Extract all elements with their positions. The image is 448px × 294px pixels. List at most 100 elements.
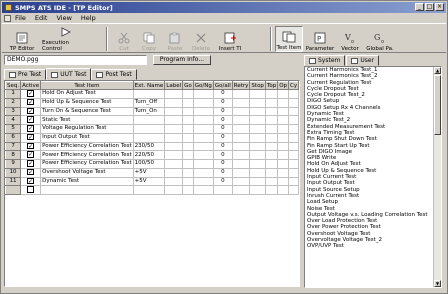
report-cell[interactable]: ✓ xyxy=(298,159,299,169)
grid-cell[interactable] xyxy=(264,167,279,178)
test-item-cell[interactable]: Turn On & Sequence Test xyxy=(40,106,134,117)
grid-cell[interactable] xyxy=(277,89,290,99)
go-all-cell[interactable]: 0 xyxy=(212,141,233,152)
go-all-cell[interactable]: 0 xyxy=(212,159,233,169)
copy-button[interactable]: Copy xyxy=(138,26,160,52)
menu-view[interactable]: View xyxy=(56,14,71,22)
active-cell[interactable]: ✓ xyxy=(20,97,42,108)
column-header[interactable]: Label xyxy=(164,81,184,90)
go-all-cell[interactable]: 0 xyxy=(212,132,233,143)
grid-cell[interactable] xyxy=(231,124,251,134)
table-row[interactable]: 5 ✓ Voltage Regulation Test 0 ✓ xyxy=(5,124,299,134)
grid-cell[interactable] xyxy=(192,97,214,108)
column-header[interactable]: Cy xyxy=(288,81,299,90)
test-item-cell[interactable]: Voltage Regulation Test xyxy=(40,124,134,134)
parameter-button[interactable]: P Parameter xyxy=(306,26,334,52)
active-checkbox[interactable]: ✓ xyxy=(27,116,35,123)
tab-pre-test[interactable]: Pre Test xyxy=(4,69,47,80)
grid-cell[interactable] xyxy=(249,141,266,152)
insert-ti-button[interactable]: Insert TI xyxy=(216,26,244,52)
go-all-cell[interactable]: 0 xyxy=(212,106,233,117)
active-checkbox[interactable]: ✓ xyxy=(27,99,35,106)
go-all-cell[interactable]: 0 xyxy=(212,115,233,125)
grid-cell[interactable] xyxy=(192,132,214,143)
grid-cell[interactable] xyxy=(164,159,184,169)
grid-cell[interactable] xyxy=(288,124,299,134)
ext-name-cell[interactable] xyxy=(132,89,166,99)
document-icon[interactable] xyxy=(4,14,11,22)
report-cell[interactable] xyxy=(298,185,299,195)
test-item-button[interactable]: Test Item xyxy=(275,26,303,52)
active-cell[interactable] xyxy=(20,185,42,195)
grid-cell[interactable] xyxy=(288,176,299,187)
column-header[interactable]: Top xyxy=(264,81,279,90)
paste-button[interactable]: Paste xyxy=(164,26,186,52)
grid-cell[interactable] xyxy=(164,124,184,134)
execution-control-button[interactable]: Execution Control xyxy=(42,26,90,52)
grid-cell[interactable] xyxy=(264,97,279,108)
scroll-down-button[interactable]: ▼ xyxy=(434,280,441,287)
grid-cell[interactable] xyxy=(277,185,290,195)
active-checkbox[interactable]: ✓ xyxy=(27,125,35,132)
test-item-cell[interactable]: Hold On Adjust Test xyxy=(40,89,134,99)
grid-cell[interactable] xyxy=(288,150,299,160)
scroll-thumb[interactable] xyxy=(434,75,441,135)
list-item[interactable]: OVP/UVP Test xyxy=(307,243,441,249)
grid-cell[interactable] xyxy=(182,141,194,152)
column-header[interactable]: Go/Ng xyxy=(192,81,214,90)
grid-cell[interactable] xyxy=(264,106,279,117)
active-cell[interactable]: ✓ xyxy=(20,132,42,143)
table-row[interactable]: 2 ✓ Hold Up & Sequence TestTurn_Off 0 ✓ xyxy=(5,97,299,108)
grid-cell[interactable] xyxy=(192,89,214,99)
grid-cell[interactable] xyxy=(192,115,214,125)
grid-cell[interactable] xyxy=(231,176,251,187)
table-row[interactable]: 11 ✓ Dynamic Test+5V 0 ✓ xyxy=(5,176,299,187)
program-info-button[interactable]: Program Info... xyxy=(153,55,211,65)
grid-cell[interactable] xyxy=(249,167,266,178)
go-all-cell[interactable]: 0 xyxy=(212,167,233,178)
grid-cell[interactable] xyxy=(182,176,194,187)
test-item-cell[interactable]: Power Efficiency Correlation Test xyxy=(40,141,134,152)
scroll-up-button[interactable]: ▲ xyxy=(434,67,441,74)
grid-cell[interactable] xyxy=(164,89,184,99)
active-checkbox[interactable]: ✓ xyxy=(27,169,35,176)
grid-cell[interactable] xyxy=(231,167,251,178)
grid-cell[interactable] xyxy=(249,124,266,134)
grid-cell[interactable] xyxy=(264,176,279,187)
list-scrollbar[interactable]: ▲ ▼ xyxy=(433,67,441,287)
grid-cell[interactable] xyxy=(277,106,290,117)
grid-cell[interactable] xyxy=(277,159,290,169)
tp-editor-button[interactable]: TP Editor xyxy=(6,26,38,52)
grid-cell[interactable] xyxy=(264,89,279,99)
grid-cell[interactable] xyxy=(164,97,184,108)
grid-cell[interactable] xyxy=(231,141,251,152)
ext-name-cell[interactable]: Turn_On xyxy=(132,106,166,117)
ext-name-cell[interactable]: 230/50 xyxy=(132,141,166,152)
grid-cell[interactable] xyxy=(288,115,299,125)
grid-cell[interactable] xyxy=(264,159,279,169)
grid-cell[interactable] xyxy=(288,159,299,169)
go-all-cell[interactable] xyxy=(212,185,233,195)
grid-cell[interactable] xyxy=(288,97,299,108)
grid-cell[interactable] xyxy=(277,132,290,143)
active-cell[interactable]: ✓ xyxy=(20,89,42,99)
ext-name-cell[interactable]: 220/50 xyxy=(132,150,166,160)
grid-cell[interactable] xyxy=(288,167,299,178)
grid-cell[interactable] xyxy=(264,124,279,134)
delete-button[interactable]: Delete xyxy=(190,26,212,52)
global-pa-button[interactable]: Go Global Pa. xyxy=(366,26,394,52)
report-cell[interactable]: ✓ xyxy=(298,97,299,108)
go-all-cell[interactable]: 0 xyxy=(212,97,233,108)
grid-cell[interactable] xyxy=(192,106,214,117)
menu-help[interactable]: Help xyxy=(81,14,96,22)
column-header[interactable]: Retry xyxy=(231,81,251,90)
go-all-cell[interactable]: 0 xyxy=(212,89,233,99)
minimize-button[interactable]: _ xyxy=(415,3,424,11)
test-item-cell[interactable]: Overshoot Voltage Test xyxy=(40,167,134,178)
grid-cell[interactable] xyxy=(277,115,290,125)
column-header[interactable]: Stop xyxy=(249,81,266,90)
maximize-button[interactable]: □ xyxy=(425,3,434,11)
grid-cell[interactable] xyxy=(277,97,290,108)
active-checkbox[interactable]: ✓ xyxy=(27,134,35,141)
grid-cell[interactable] xyxy=(249,185,266,195)
